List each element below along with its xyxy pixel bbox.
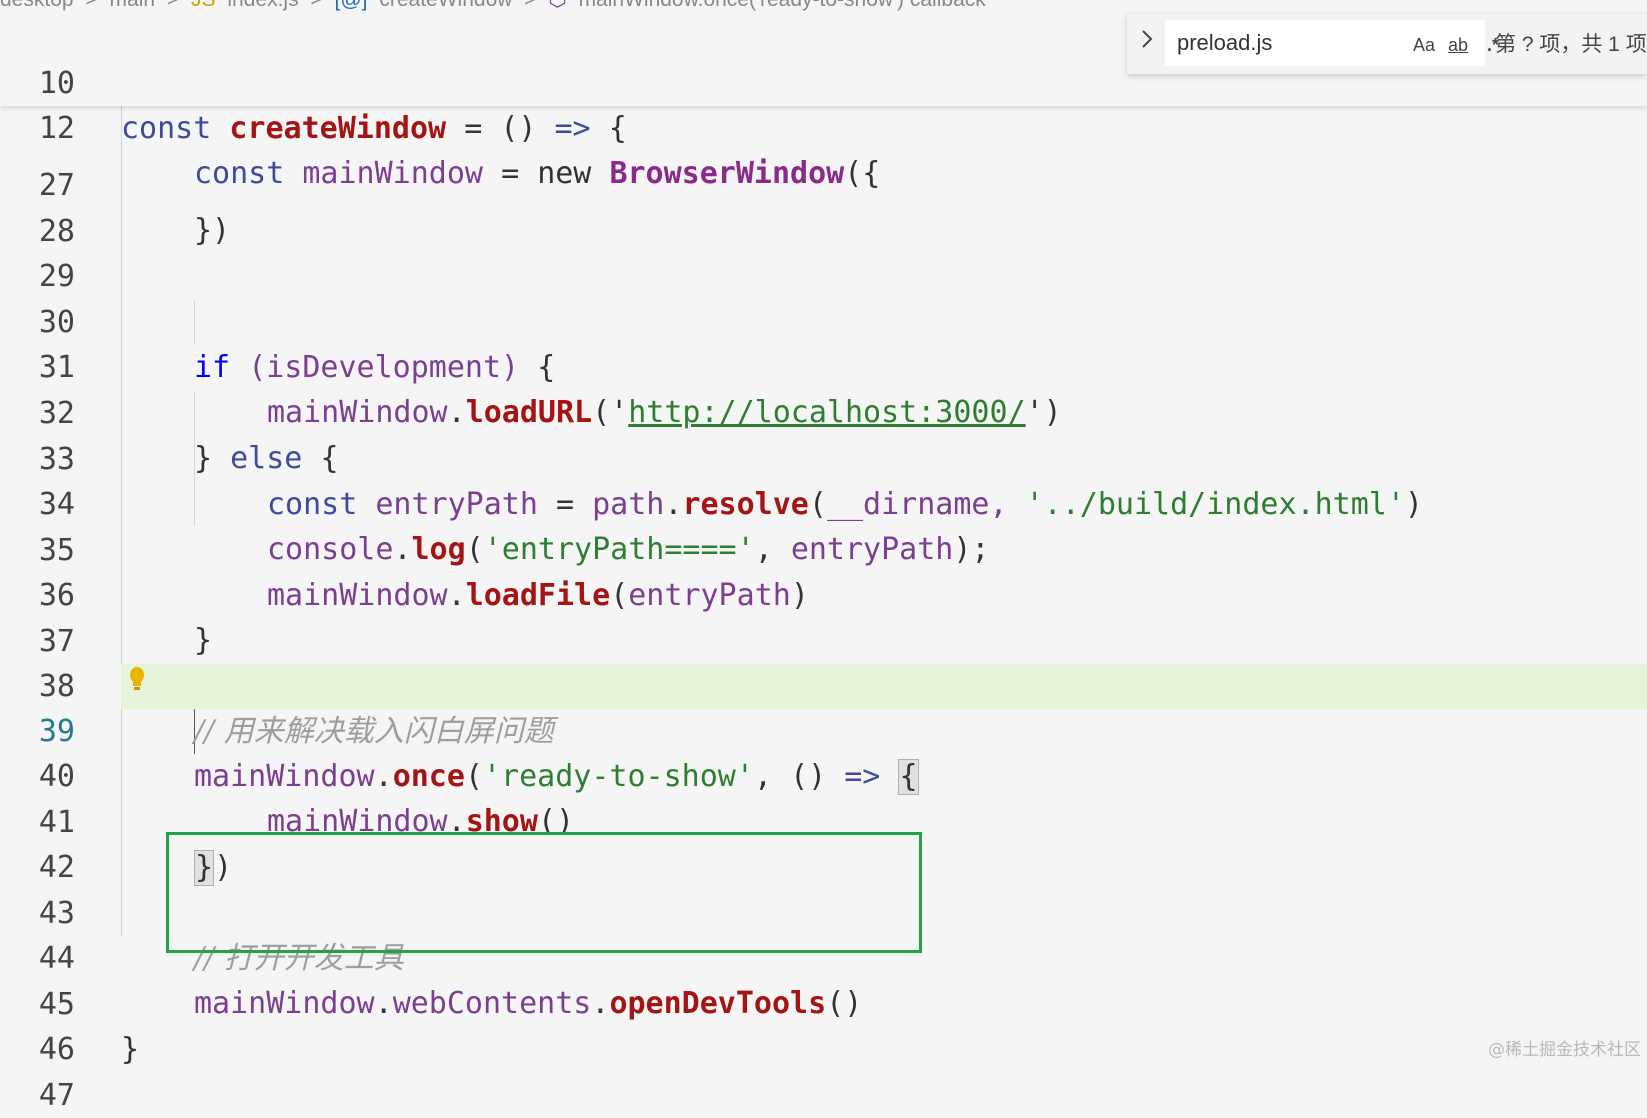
code-line-31[interactable]: 31 mainWindow.loadURL('http://localhost:… [0, 300, 1647, 430]
code-line-38[interactable]: 38 // 用来解决载入闪白屏问题 [0, 619, 1647, 749]
watermark: @稀土掘金技术社区 [1488, 1040, 1641, 1060]
code-line-40[interactable]: 40 mainWindow.show() [0, 709, 1647, 839]
breadcrumb-index-js[interactable]: index.js [227, 0, 298, 11]
code-line-35[interactable]: 35 mainWindow.loadFile(entryPath) [0, 483, 1647, 613]
code-line-37[interactable]: 37 [0, 574, 1647, 659]
code-line-46[interactable]: 46 [0, 982, 1647, 1067]
chevron-right-icon[interactable] [1137, 28, 1157, 58]
code-text: const createWindow = () => { [121, 111, 627, 146]
code-line-32[interactable]: 32 } else { [0, 346, 1647, 476]
line-number: 12 [38, 111, 75, 146]
breadcrumb: desktop > main > JS index.js > [@] creat… [0, 0, 1647, 12]
find-input-value: preload.js [1177, 30, 1273, 55]
chevron-right-icon: > [310, 0, 322, 11]
highlight-annotation-box [166, 832, 922, 953]
variable-icon: [@] [335, 0, 368, 11]
code-line-29[interactable]: 29 [0, 209, 1647, 294]
chevron-right-icon: > [85, 0, 97, 11]
method-icon: ⬡ [548, 0, 566, 11]
code-line-36[interactable]: 36 } [0, 528, 1647, 658]
js-file-icon: JS [191, 0, 216, 11]
breadcrumb-createwindow[interactable]: createWindow [379, 0, 512, 11]
chevron-right-icon: > [524, 0, 536, 11]
code-line-33[interactable]: 33 const entryPath = path.resolve(__dirn… [0, 392, 1647, 522]
code-line-30[interactable]: 30 if (isDevelopment) { [0, 255, 1647, 385]
chevron-right-icon: > [167, 0, 179, 11]
line-number: 47 [38, 1078, 75, 1113]
find-input[interactable]: preload.js Aa ab .* [1165, 20, 1499, 66]
breadcrumb-callback[interactable]: mainWindow.once('ready-to-show') callbac… [579, 0, 986, 11]
whole-word-icon[interactable]: ab [1448, 30, 1468, 60]
breadcrumb-main[interactable]: main [110, 0, 156, 11]
code-text: const mainWindow = new BrowserWindow({ [194, 156, 881, 191]
find-result-count: 第 ? 项，共 1 项 [1495, 33, 1647, 56]
find-widget[interactable]: preload.js Aa ab .* 第 ? 项，共 1 项 [1127, 14, 1647, 74]
code-line-39[interactable]: 39 mainWindow.once('ready-to-show', () =… [0, 664, 1647, 795]
breadcrumb-desktop[interactable]: desktop [0, 0, 74, 11]
code-line-41[interactable]: 41 }) [0, 755, 1647, 886]
code-line-47[interactable]: 47 [0, 1028, 1647, 1113]
code-line-34[interactable]: 34 console.log('entryPath====', entryPat… [0, 437, 1647, 567]
match-case-icon[interactable]: Aa [1413, 30, 1435, 60]
